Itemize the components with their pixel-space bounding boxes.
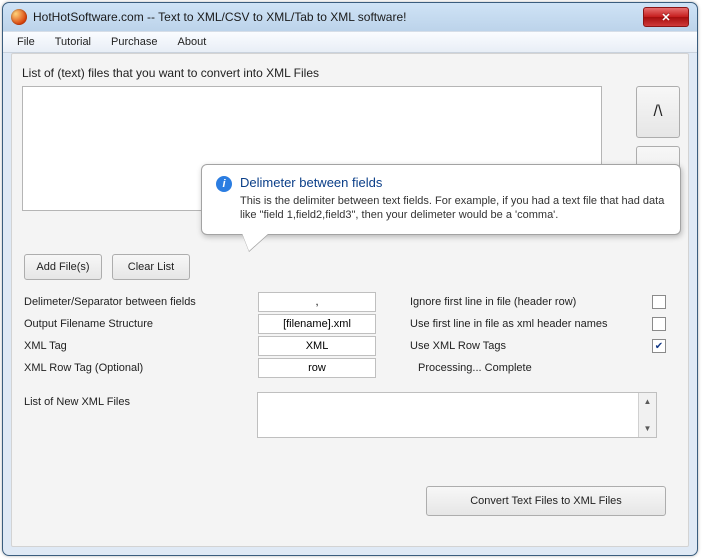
- tooltip-title: Delimeter between fields: [240, 175, 382, 190]
- xml-row-tag-input[interactable]: [258, 358, 376, 378]
- scroll-up-icon[interactable]: ▲: [639, 393, 656, 410]
- ignore-first-checkbox[interactable]: [652, 295, 666, 309]
- delimiter-input[interactable]: [258, 292, 376, 312]
- xml-tag-label: XML Tag: [24, 340, 67, 352]
- new-files-list[interactable]: ▲ ▼: [257, 392, 657, 438]
- close-icon: ✕: [661, 11, 670, 24]
- tooltip-tail: [242, 233, 269, 251]
- convert-button[interactable]: Convert Text Files to XML Files: [426, 486, 666, 516]
- app-window: HotHotSoftware.com -- Text to XML/CSV to…: [2, 2, 698, 556]
- use-first-checkbox[interactable]: [652, 317, 666, 331]
- use-first-label: Use first line in file as xml header nam…: [410, 318, 607, 330]
- xml-row-tag-label: XML Row Tag (Optional): [24, 362, 143, 374]
- menu-purchase[interactable]: Purchase: [103, 34, 165, 50]
- close-button[interactable]: ✕: [643, 7, 689, 27]
- menu-bar: File Tutorial Purchase About: [3, 31, 697, 53]
- info-icon: i: [216, 176, 232, 192]
- caret-up-icon: /\: [654, 103, 663, 121]
- new-files-label: List of New XML Files: [24, 396, 130, 408]
- clear-list-button[interactable]: Clear List: [112, 254, 190, 280]
- xml-tag-input[interactable]: [258, 336, 376, 356]
- add-files-label: Add File(s): [36, 261, 89, 273]
- tooltip-balloon: i Delimeter between fields This is the d…: [201, 164, 681, 235]
- use-row-tags-checkbox[interactable]: ✔: [652, 339, 666, 353]
- scrollbar[interactable]: ▲ ▼: [638, 393, 656, 437]
- processing-status: Processing... Complete: [418, 362, 532, 374]
- delimiter-label: Delimeter/Separator between fields: [24, 296, 196, 308]
- title-bar[interactable]: HotHotSoftware.com -- Text to XML/CSV to…: [3, 3, 697, 31]
- client-panel: List of (text) files that you want to co…: [11, 53, 689, 547]
- app-icon: [11, 9, 27, 25]
- convert-label: Convert Text Files to XML Files: [470, 495, 622, 507]
- move-up-button[interactable]: /\: [636, 86, 680, 138]
- tooltip-body: This is the delimiter between text field…: [240, 194, 666, 222]
- clear-list-label: Clear List: [128, 261, 174, 273]
- window-title: HotHotSoftware.com -- Text to XML/CSV to…: [33, 10, 406, 24]
- output-filename-label: Output Filename Structure: [24, 318, 153, 330]
- use-row-tags-label: Use XML Row Tags: [410, 340, 506, 352]
- add-files-button[interactable]: Add File(s): [24, 254, 102, 280]
- output-filename-input[interactable]: [258, 314, 376, 334]
- menu-file[interactable]: File: [9, 34, 43, 50]
- file-list-label: List of (text) files that you want to co…: [22, 66, 319, 80]
- scroll-down-icon[interactable]: ▼: [639, 420, 656, 437]
- menu-about[interactable]: About: [170, 34, 215, 50]
- menu-tutorial[interactable]: Tutorial: [47, 34, 99, 50]
- ignore-first-label: Ignore first line in file (header row): [410, 296, 576, 308]
